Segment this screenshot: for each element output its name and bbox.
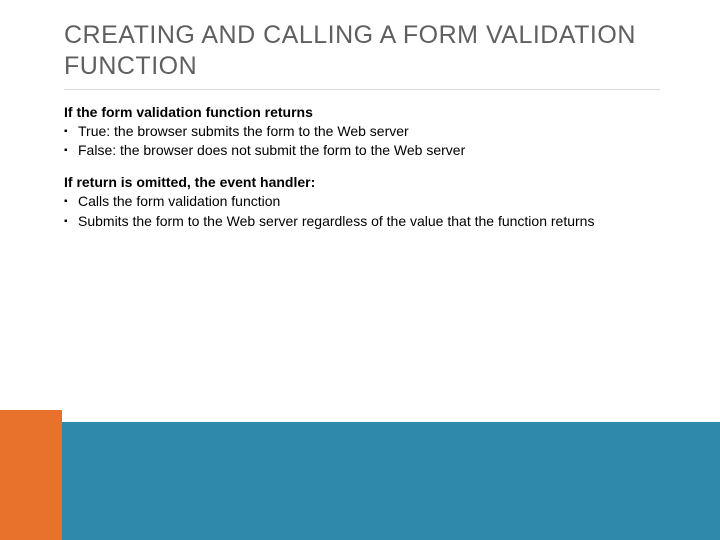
section-2-list: Calls the form validation function Submi… [64, 192, 660, 231]
slide-content: CREATING AND CALLING A FORM VALIDATION F… [0, 0, 720, 231]
slide-title: CREATING AND CALLING A FORM VALIDATION F… [64, 20, 660, 90]
list-item: Submits the form to the Web server regar… [64, 212, 660, 231]
section-1-list: True: the browser submits the form to th… [64, 122, 660, 161]
slide: CREATING AND CALLING A FORM VALIDATION F… [0, 0, 720, 540]
section-2-lead: If return is omitted, the event handler: [64, 174, 660, 190]
list-item: Calls the form validation function [64, 192, 660, 211]
footer-orange-block [0, 410, 62, 540]
footer-teal-block [0, 422, 720, 540]
list-item: False: the browser does not submit the f… [64, 141, 660, 160]
list-item: True: the browser submits the form to th… [64, 122, 660, 141]
slide-footer [0, 410, 720, 540]
section-1-lead: If the form validation function returns [64, 104, 660, 120]
